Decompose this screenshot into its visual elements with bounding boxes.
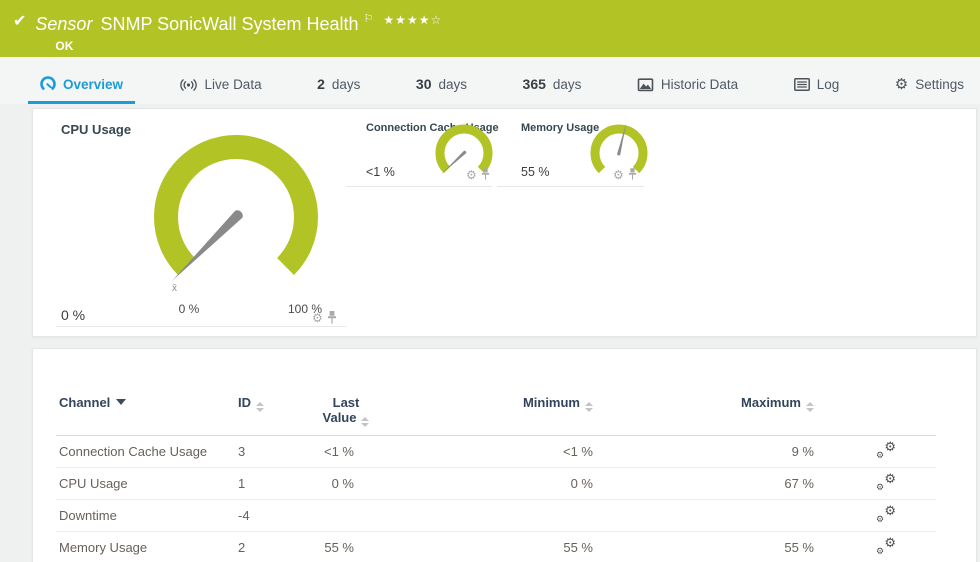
cpu-gauge xyxy=(136,117,336,317)
sensor-status-bar: ✔ Sensor SNMP SonicWall System Health ⚐ ★★★… xyxy=(0,0,980,57)
tab-bar: Overview Live Data 2 days 30 days 365 da… xyxy=(0,57,980,104)
tab-365-days[interactable]: 365 days xyxy=(511,68,594,104)
channel-name[interactable]: Downtime xyxy=(56,500,238,532)
memory-gauge-panel: Memory Usage 55 % ⚙ xyxy=(497,109,644,187)
tab-live-data[interactable]: Live Data xyxy=(167,69,274,104)
column-header-actions xyxy=(836,389,936,436)
log-list-icon xyxy=(794,78,810,91)
sort-icon xyxy=(806,402,814,412)
connection-cache-gauge-panel: Connection Cache Usage <1 % ⚙ xyxy=(346,109,492,187)
connection-cache-panel-actions[interactable]: ⚙ xyxy=(466,168,490,181)
sort-icon xyxy=(256,402,264,412)
priority-flag-icon[interactable]: ⚐ xyxy=(364,13,374,25)
channel-name[interactable]: Connection Cache Usage xyxy=(56,436,238,468)
column-header-maximum[interactable]: Maximum xyxy=(616,389,836,436)
column-header-id[interactable]: ID xyxy=(238,389,320,436)
pin-icon[interactable] xyxy=(481,168,490,181)
channels-table: Channel ID Last Value Minimum Maximum Co… xyxy=(56,389,936,562)
tab-2-days[interactable]: 2 days xyxy=(305,68,372,104)
panel-gear-icon[interactable]: ⚙ xyxy=(312,312,323,324)
cpu-panel-actions[interactable]: ⚙ xyxy=(312,311,337,325)
tab-log[interactable]: Log xyxy=(782,69,852,104)
ok-check-icon: ✔ xyxy=(0,0,35,31)
cpu-gauge-title: CPU Usage xyxy=(61,122,131,137)
memory-value: 55 % xyxy=(521,165,550,179)
memory-panel-actions[interactable]: ⚙ xyxy=(613,168,637,181)
pin-icon[interactable] xyxy=(327,311,337,325)
panel-gear-icon[interactable]: ⚙ xyxy=(613,169,624,181)
gauges-panel: CPU Usage x̄ 0 % 100 % 0 % ⚙ Connection … xyxy=(32,108,977,337)
tab-settings[interactable]: ⚙ Settings xyxy=(883,69,976,104)
status-badge: OK xyxy=(55,39,442,53)
channel-name[interactable]: CPU Usage xyxy=(56,468,238,500)
panel-gear-icon[interactable]: ⚙ xyxy=(466,169,477,181)
column-header-last-value[interactable]: Last Value xyxy=(320,389,392,436)
tab-30-days[interactable]: 30 days xyxy=(404,68,479,104)
table-row: CPU Usage 1 0 % 0 % 67 % ⚙⚙ xyxy=(56,468,936,500)
tab-overview[interactable]: Overview xyxy=(28,68,135,104)
sort-desc-icon xyxy=(116,399,126,405)
priority-stars[interactable]: ★★★★☆ xyxy=(383,13,442,27)
channel-settings-icon[interactable]: ⚙⚙ xyxy=(876,442,896,458)
page-title: SNMP SonicWall System Health xyxy=(100,14,358,34)
broadcast-icon xyxy=(179,78,198,92)
cpu-gauge-mean-marker: x̄ xyxy=(172,283,177,294)
sort-icon xyxy=(361,417,369,427)
gauge-icon xyxy=(40,76,56,92)
cpu-panel-divider xyxy=(56,326,346,327)
connection-cache-value: <1 % xyxy=(366,165,395,179)
tab-historic-data[interactable]: Historic Data xyxy=(625,69,750,104)
gear-icon: ⚙ xyxy=(895,78,908,92)
column-header-channel[interactable]: Channel xyxy=(56,389,238,436)
table-row: Downtime -4 ⚙⚙ xyxy=(56,500,936,532)
channel-settings-icon[interactable]: ⚙⚙ xyxy=(876,506,896,522)
channel-name[interactable]: Memory Usage xyxy=(56,532,238,562)
table-row: Memory Usage 2 55 % 55 % 55 % ⚙⚙ xyxy=(56,532,936,562)
cpu-current-value: 0 % xyxy=(61,307,85,323)
channel-settings-icon[interactable]: ⚙⚙ xyxy=(876,474,896,490)
channels-panel: Channel ID Last Value Minimum Maximum Co… xyxy=(32,348,977,562)
column-header-minimum[interactable]: Minimum xyxy=(392,389,616,436)
object-kind-label: Sensor xyxy=(35,14,92,34)
cpu-gauge-min-label: 0 % xyxy=(161,302,217,316)
pin-icon[interactable] xyxy=(628,168,637,181)
area-chart-icon xyxy=(637,78,654,92)
table-row: Connection Cache Usage 3 <1 % <1 % 9 % ⚙… xyxy=(56,436,936,468)
channel-settings-icon[interactable]: ⚙⚙ xyxy=(876,538,896,554)
sort-icon xyxy=(585,402,593,412)
